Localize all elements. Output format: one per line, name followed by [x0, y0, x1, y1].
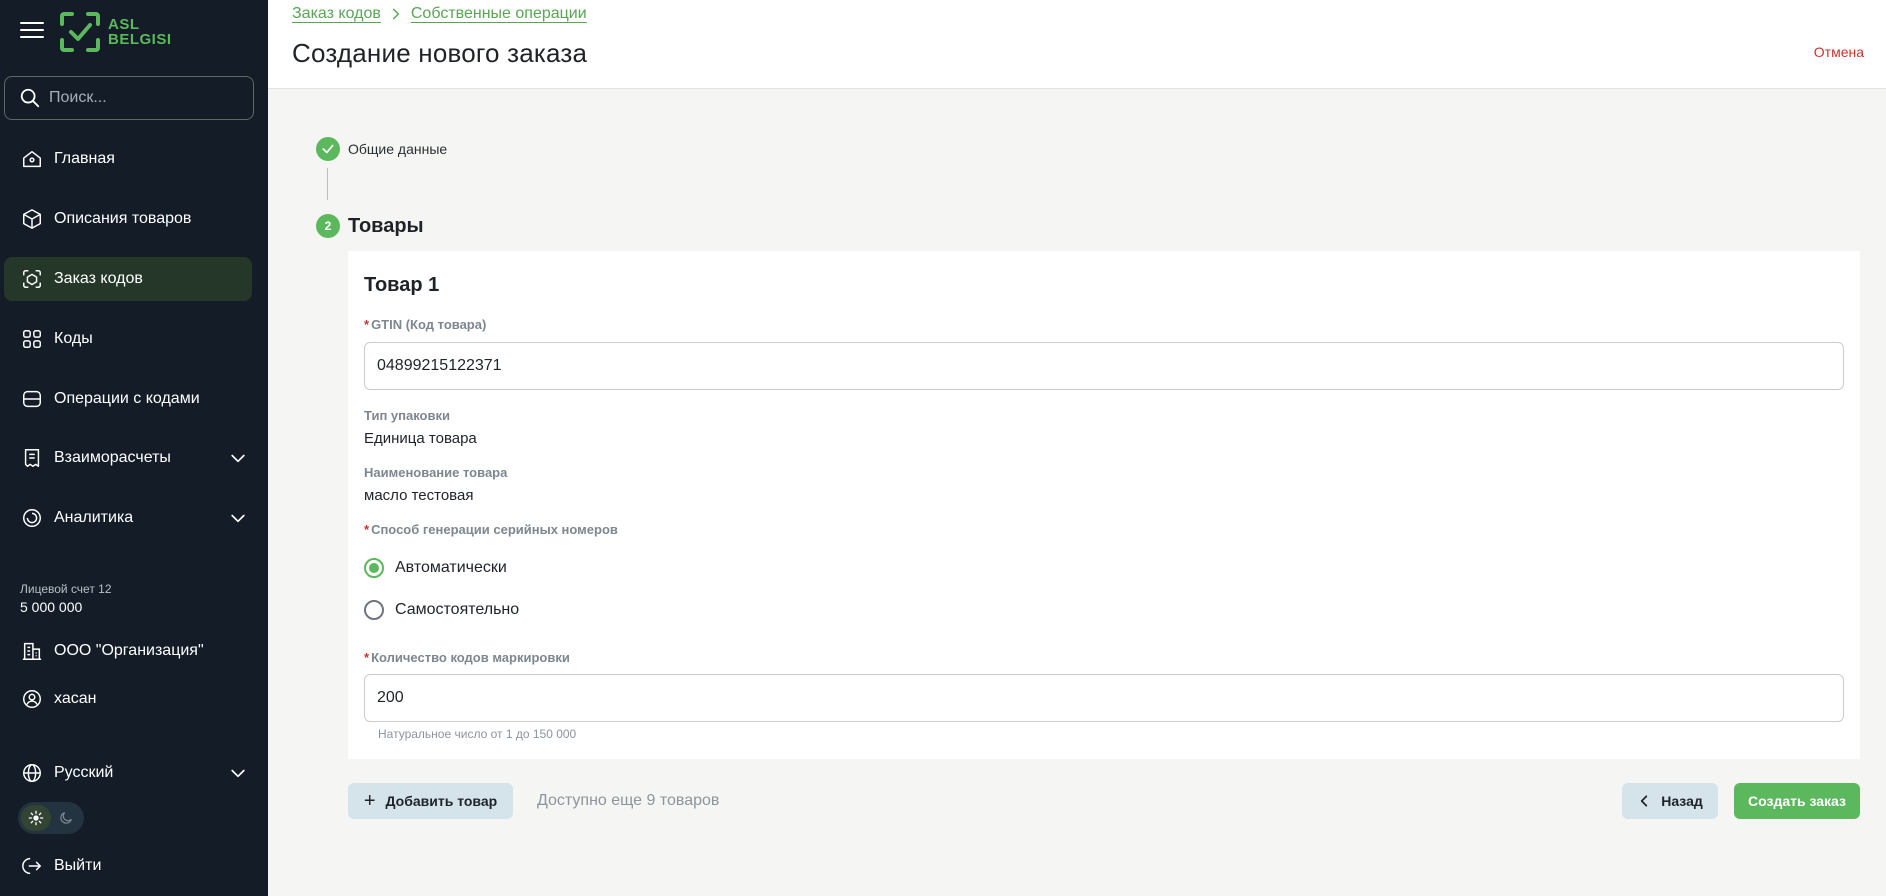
moon-icon[interactable] [51, 805, 81, 831]
logo-icon [60, 12, 100, 52]
quantity-field[interactable]: 200 [364, 674, 1844, 722]
search-box [4, 76, 254, 120]
quantity-value: 200 [377, 689, 404, 706]
gtin-label: * GTIN (Код товара) [364, 317, 486, 332]
page-title: Создание нового заказа [292, 38, 588, 68]
step-connector [327, 168, 328, 200]
add-product-button[interactable]: + Добавить товар [348, 783, 513, 819]
user-icon [20, 687, 44, 711]
qr-codes-icon [20, 327, 44, 351]
required-marker: * [364, 650, 370, 665]
radio-unchecked-icon[interactable] [364, 600, 384, 620]
step-products: Товары [348, 215, 424, 237]
sidebar: ASL BELGISI Главная Описания товаров Зак… [0, 0, 268, 896]
product-name-value: масло тестовая [364, 487, 474, 504]
serial-method-label: * Способ генерации серийных номеров [364, 522, 618, 537]
account-label: Лицевой счет 12 [20, 582, 112, 596]
step-complete-icon [316, 137, 340, 161]
sidebar-item-product-descriptions[interactable]: Описания товаров [4, 197, 252, 241]
radio-manual-label: Самостоятельно [395, 601, 520, 618]
quantity-label: * Количество кодов маркировки [364, 650, 570, 665]
breadcrumb-own-operations[interactable]: Собственные операции [411, 5, 587, 23]
search-input[interactable] [49, 89, 239, 107]
sun-icon[interactable] [21, 805, 51, 831]
quantity-hint: Натуральное число от 1 до 150 000 [378, 727, 577, 741]
step-general-data[interactable]: Общие данные [348, 141, 447, 157]
sidebar-item-user[interactable]: хасан [4, 677, 252, 721]
back-button[interactable]: Назад [1622, 783, 1718, 819]
chevron-down-icon[interactable] [228, 448, 248, 473]
create-order-button[interactable]: Создать заказ [1734, 783, 1860, 819]
language-selector[interactable]: Русский [4, 751, 252, 795]
sidebar-item-settlements[interactable]: Взаиморасчеты [4, 436, 252, 480]
menu-icon[interactable] [20, 22, 44, 40]
product-title: Товар 1 [364, 274, 440, 296]
radio-manual[interactable]: Самостоятельно [364, 600, 519, 620]
search-icon [20, 88, 40, 108]
gtin-field[interactable]: 04899215122371 [364, 342, 1844, 390]
logout-label: Выйти [54, 857, 102, 874]
breadcrumb-code-order[interactable]: Заказ кодов [292, 5, 381, 23]
breadcrumb: Заказ кодов Собственные операции [292, 5, 587, 23]
sidebar-item-code-operations[interactable]: Операции с кодами [4, 377, 252, 421]
sidebar-item-label: Заказ кодов [54, 270, 143, 287]
building-icon [20, 639, 44, 663]
sidebar-item-organization[interactable]: ООО "Организация" [4, 629, 252, 673]
sidebar-item-home[interactable]: Главная [4, 137, 252, 181]
sidebar-item-label: Коды [54, 330, 93, 347]
plus-icon: + [363, 790, 376, 812]
sidebar-item-analytics[interactable]: Аналитика [4, 496, 252, 540]
add-product-label: Добавить товар [385, 793, 498, 809]
logout-icon [20, 854, 44, 878]
globe-icon [20, 761, 44, 785]
back-label: Назад [1661, 793, 1703, 809]
radio-automatic-label: Автоматически [395, 559, 507, 576]
box-icon [20, 207, 44, 231]
required-marker: * [364, 317, 370, 332]
serial-method-label-text: Способ генерации серийных номеров [371, 522, 618, 537]
language-label: Русский [54, 764, 114, 781]
analytics-icon [20, 506, 44, 530]
sidebar-item-label: Описания товаров [54, 210, 192, 227]
create-order-label: Создать заказ [1748, 793, 1846, 809]
product-card: Товар 1 * GTIN (Код товара) 0489921512237… [348, 251, 1860, 759]
code-operations-icon [20, 387, 44, 411]
page-header: Заказ кодов Собственные операции Создани… [268, 0, 1886, 89]
sidebar-header: ASL BELGISI [0, 0, 268, 64]
logo-line1: ASL [108, 16, 140, 33]
user-name: хасан [54, 690, 97, 707]
radio-automatic[interactable]: Автоматически [364, 558, 507, 578]
chevron-down-icon[interactable] [228, 508, 248, 533]
product-name-label: Наименование товара [364, 465, 508, 480]
theme-toggle[interactable] [18, 802, 84, 834]
home-icon [20, 147, 44, 171]
available-products-text: Доступно еще 9 товаров [537, 792, 720, 809]
code-order-icon [20, 267, 44, 291]
sidebar-item-code-order[interactable]: Заказ кодов [4, 257, 252, 301]
chevron-left-icon [1637, 794, 1651, 808]
quantity-label-text: Количество кодов маркировки [371, 650, 570, 665]
pack-type-label: Тип упаковки [364, 408, 450, 423]
step-number: 2 [316, 214, 340, 238]
account-balance: 5 000 000 [20, 599, 83, 615]
sidebar-item-label: Операции с кодами [54, 390, 200, 407]
sidebar-item-codes[interactable]: Коды [4, 317, 252, 361]
receipt-icon [20, 446, 44, 470]
required-marker: * [364, 522, 370, 537]
logout-button[interactable]: Выйти [4, 844, 252, 888]
gtin-label-text: GTIN (Код товара) [371, 317, 487, 332]
cancel-button[interactable]: Отмена [1814, 44, 1864, 60]
sidebar-item-label: Главная [54, 150, 115, 167]
logo-text: ASL BELGISI [108, 17, 172, 47]
sidebar-item-label: Аналитика [54, 509, 134, 526]
gtin-value: 04899215122371 [377, 357, 502, 374]
organization-name: ООО "Организация" [54, 642, 204, 659]
chevron-right-icon [389, 7, 403, 21]
radio-checked-icon[interactable] [364, 558, 384, 578]
pack-type-value: Единица товара [364, 430, 477, 447]
logo-line2: BELGISI [108, 31, 172, 48]
logo[interactable]: ASL BELGISI [58, 9, 172, 55]
sidebar-item-label: Взаиморасчеты [54, 449, 171, 466]
chevron-down-icon[interactable] [228, 763, 248, 788]
